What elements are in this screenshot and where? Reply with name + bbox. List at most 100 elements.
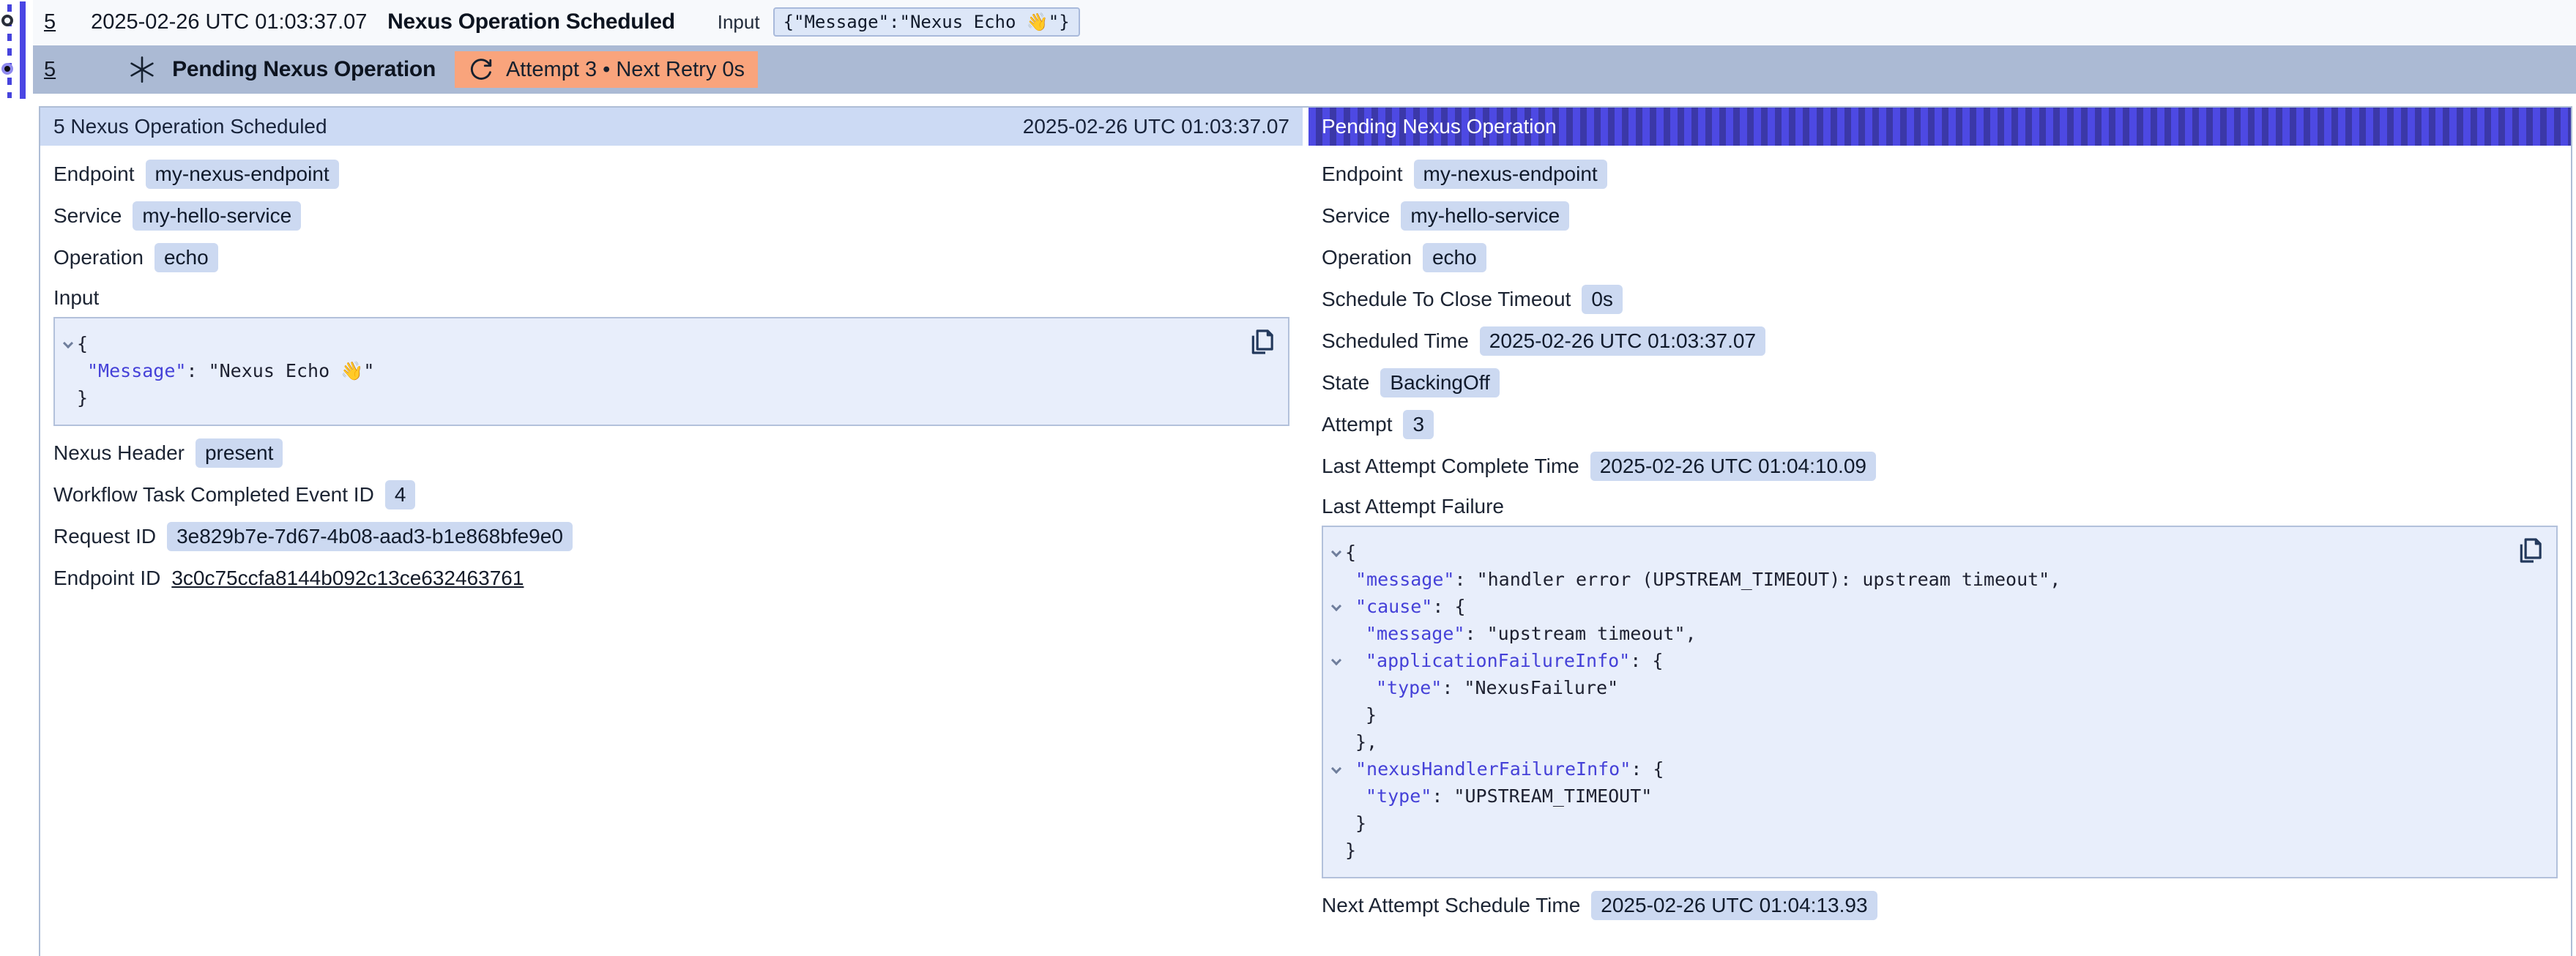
field-value-chip: 0s — [1582, 285, 1623, 314]
json-text: }, — [1355, 731, 1377, 753]
code-line: } — [1323, 837, 2505, 864]
json-text: : "handler error (UPSTREAM_TIMEOUT): ups… — [1454, 569, 2061, 590]
event-row-nexus-operation-scheduled[interactable]: 5 2025-02-26 UTC 01:03:37.07 Nexus Opera… — [33, 0, 2576, 44]
pending-panel-title: Pending Nexus Operation — [1322, 115, 1557, 138]
scheduled-panel-timestamp: 2025-02-26 UTC 01:03:37.07 — [1023, 115, 1289, 138]
last-attempt-failure-json-viewer: {"message": "handler error (UPSTREAM_TIM… — [1322, 526, 2558, 878]
code-line: "type": "UPSTREAM_TIMEOUT" — [1323, 783, 2505, 810]
field-label: Workflow Task Completed Event ID — [53, 483, 374, 507]
field-value-chip: my-nexus-endpoint — [1414, 160, 1607, 189]
code-line: } — [1323, 810, 2505, 837]
field-value-chip: echo — [155, 243, 218, 272]
field-service: Service my-hello-service — [53, 201, 1289, 231]
field-value-chip: 3 — [1403, 410, 1434, 439]
field-service: Service my-hello-service — [1322, 201, 2558, 231]
field-endpoint: Endpoint my-nexus-endpoint — [53, 160, 1289, 189]
json-text: : "upstream timeout", — [1464, 623, 1696, 644]
field-label: Endpoint — [1322, 163, 1403, 186]
event-detail-panel-scheduled: 5 Nexus Operation Scheduled 2025-02-26 U… — [40, 108, 1303, 956]
field-endpoint-id: Endpoint ID 3c0c75ccfa8144b092c13ce63246… — [53, 564, 1289, 593]
field-value-chip: 3e829b7e-7d67-4b08-aad3-b1e868bfe9e0 — [167, 522, 573, 551]
copy-button[interactable] — [1247, 327, 1276, 356]
field-label: Request ID — [53, 525, 156, 548]
input-json-viewer: {"Message": "Nexus Echo 👋"} — [53, 317, 1289, 426]
code-line: }, — [1323, 728, 2505, 755]
event-row-pending-nexus-operation[interactable]: 5 Pending Nexus Operation Attempt 3 • Ne… — [33, 45, 2576, 94]
field-value-chip: BackingOff — [1380, 368, 1499, 397]
code-line: "Message": "Nexus Echo 👋" — [55, 357, 1237, 384]
field-value-chip: echo — [1423, 243, 1486, 272]
collapse-chevron-icon[interactable] — [1331, 547, 1341, 557]
code-line: "message": "upstream timeout", — [1323, 620, 2505, 647]
field-value-chip: 4 — [385, 480, 416, 509]
json-key: "Message" — [87, 360, 186, 381]
event-node-filled-icon — [1, 63, 13, 75]
field-operation: Operation echo — [1322, 243, 2558, 272]
field-label: Nexus Header — [53, 441, 185, 465]
json-key: "nexusHandlerFailureInfo" — [1355, 758, 1631, 780]
code-line: { — [55, 330, 1237, 357]
field-request-id: Request ID 3e829b7e-7d67-4b08-aad3-b1e86… — [53, 522, 1289, 551]
copy-button[interactable] — [2515, 536, 2545, 565]
event-input-label: Input — [718, 11, 760, 34]
field-state: State BackingOff — [1322, 368, 2558, 397]
field-schedule-to-close-timeout: Schedule To Close Timeout 0s — [1322, 285, 2558, 314]
field-value-chip: my-hello-service — [133, 201, 301, 231]
pending-asterisk-icon — [127, 54, 157, 85]
field-label: Endpoint — [53, 163, 135, 186]
field-label: Operation — [53, 246, 144, 269]
code-line: "type": "NexusFailure" — [1323, 674, 2505, 701]
pending-panel-header: Pending Nexus Operation — [1309, 108, 2571, 146]
json-text: } — [1355, 813, 1366, 834]
field-label: Attempt — [1322, 413, 1392, 436]
field-last-attempt-failure-label: Last Attempt Failure — [1322, 495, 2558, 518]
event-detail-panel-pending: Pending Nexus Operation Endpoint my-nexu… — [1309, 108, 2571, 956]
collapse-chevron-icon[interactable] — [1331, 655, 1341, 665]
json-text: } — [77, 387, 88, 408]
endpoint-id-link[interactable]: 3c0c75ccfa8144b092c13ce632463761 — [171, 567, 524, 590]
code-line: { — [1323, 539, 2505, 566]
field-label: Last Attempt Complete Time — [1322, 455, 1579, 478]
field-label: Endpoint ID — [53, 567, 160, 590]
code-line: "applicationFailureInfo": { — [1323, 647, 2505, 674]
json-text: : "NexusFailure" — [1442, 677, 1618, 698]
event-input-value-chip: {"Message":"Nexus Echo 👋"} — [773, 7, 1080, 37]
json-text: : { — [1630, 650, 1663, 671]
field-label: Operation — [1322, 246, 1412, 269]
event-id-link[interactable]: 5 — [44, 10, 56, 34]
event-node-open-icon — [1, 15, 13, 26]
scheduled-panel-body: Endpoint my-nexus-endpoint Service my-he… — [40, 146, 1303, 606]
field-label: State — [1322, 371, 1369, 395]
json-key: "applicationFailureInfo" — [1366, 650, 1630, 671]
code-line: "cause": { — [1323, 593, 2505, 620]
json-text: : { — [1432, 596, 1465, 617]
field-value-chip: present — [196, 438, 283, 468]
json-text: } — [1366, 704, 1377, 725]
json-text: : { — [1631, 758, 1664, 780]
json-key: "type" — [1376, 677, 1442, 698]
pending-panel-body: Endpoint my-nexus-endpoint Service my-he… — [1309, 146, 2571, 933]
field-value-chip: 2025-02-26 UTC 01:03:37.07 — [1480, 326, 1765, 356]
field-label: Next Attempt Schedule Time — [1322, 894, 1580, 917]
field-last-attempt-complete-time: Last Attempt Complete Time 2025-02-26 UT… — [1322, 452, 2558, 481]
event-details-container: 5 Nexus Operation Scheduled 2025-02-26 U… — [39, 106, 2572, 956]
collapse-chevron-icon[interactable] — [1331, 763, 1341, 774]
collapse-chevron-icon[interactable] — [63, 338, 73, 348]
code-line: "message": "handler error (UPSTREAM_TIME… — [1323, 566, 2505, 593]
field-label: Service — [53, 204, 122, 228]
timeline-active-bar — [20, 1, 26, 99]
field-scheduled-time: Scheduled Time 2025-02-26 UTC 01:03:37.0… — [1322, 326, 2558, 356]
retry-badge-text: Attempt 3 • Next Retry 0s — [506, 58, 745, 82]
retry-icon — [468, 56, 494, 83]
field-input-label: Input — [53, 286, 1289, 310]
code-line: "nexusHandlerFailureInfo": { — [1323, 755, 2505, 783]
collapse-chevron-icon[interactable] — [1331, 601, 1341, 611]
field-value-chip: 2025-02-26 UTC 01:04:10.09 — [1590, 452, 1876, 481]
json-key: "message" — [1366, 623, 1464, 644]
field-next-attempt-schedule-time: Next Attempt Schedule Time 2025-02-26 UT… — [1322, 891, 2558, 920]
event-id-link[interactable]: 5 — [44, 58, 56, 82]
json-text: } — [1345, 840, 1356, 861]
retry-status-badge: Attempt 3 • Next Retry 0s — [455, 51, 758, 88]
field-label: Schedule To Close Timeout — [1322, 288, 1571, 311]
field-label: Scheduled Time — [1322, 329, 1469, 353]
